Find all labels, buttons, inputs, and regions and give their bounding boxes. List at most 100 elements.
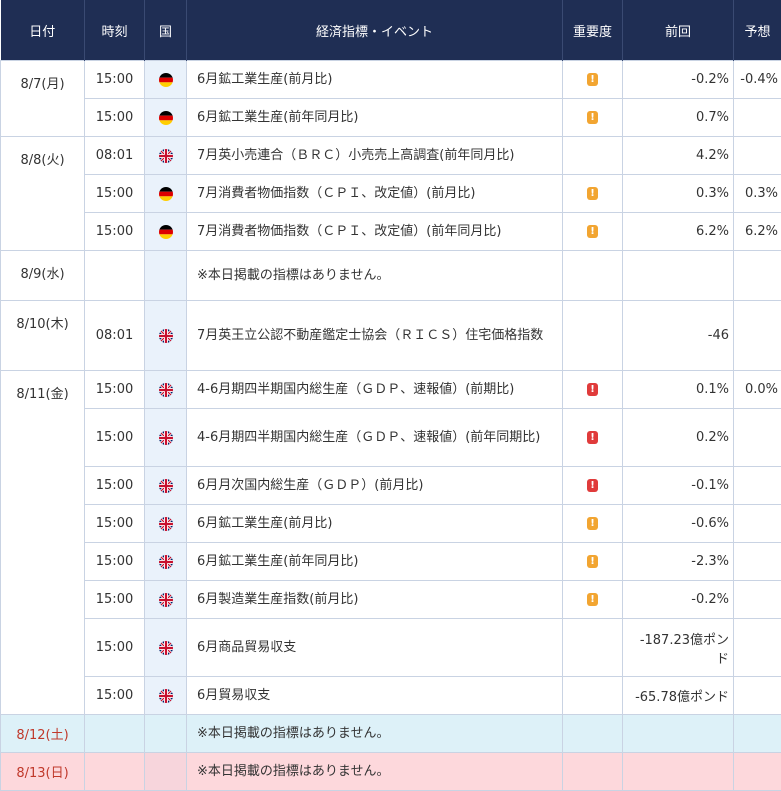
event-name: ※本日掲載の指標はありません。 — [187, 753, 563, 791]
event-name: 6月鉱工業生産(前年同月比) — [187, 99, 563, 137]
uk-flag-icon — [159, 641, 173, 655]
country-cell — [145, 619, 187, 677]
time-cell: 15:00 — [85, 543, 145, 581]
uk-flag-icon — [159, 689, 173, 703]
country-cell — [145, 137, 187, 175]
forecast-value: 0.0% — [734, 371, 781, 409]
previous-value: 0.7% — [623, 99, 734, 137]
country-cell — [145, 753, 187, 791]
importance-high-icon: ! — [587, 431, 598, 444]
header-event: 経済指標・イベント — [187, 0, 563, 61]
event-name: 7月消費者物価指数（ＣＰＩ、改定値）(前年同月比) — [187, 213, 563, 251]
previous-value: 0.3% — [623, 175, 734, 213]
time-cell: 15:00 — [85, 61, 145, 99]
table-row: 15:00 6月鉱工業生産(前年同月比)! 0.7% — [1, 99, 781, 137]
forecast-value: 0.3% — [734, 175, 781, 213]
time-cell: 15:00 — [85, 409, 145, 467]
time-cell: 15:00 — [85, 581, 145, 619]
country-cell — [145, 301, 187, 371]
importance-mid-icon: ! — [587, 593, 598, 606]
header-forecast: 予想 — [734, 0, 781, 61]
importance-cell — [563, 619, 623, 677]
previous-value: -46 — [623, 301, 734, 371]
importance-high-icon: ! — [587, 479, 598, 492]
previous-value: 0.1% — [623, 371, 734, 409]
time-cell: 15:00 — [85, 371, 145, 409]
germany-flag-icon — [159, 73, 173, 87]
importance-cell: ! — [563, 99, 623, 137]
importance-cell: ! — [563, 61, 623, 99]
time-cell — [85, 715, 145, 753]
time-cell: 15:00 — [85, 99, 145, 137]
date-cell: 8/11(金) — [1, 371, 85, 715]
forecast-value — [734, 753, 781, 791]
previous-value: -65.78億ポンド — [623, 677, 734, 715]
forecast-value — [734, 581, 781, 619]
country-cell — [145, 543, 187, 581]
importance-high-icon: ! — [587, 383, 598, 396]
header-time: 時刻 — [85, 0, 145, 61]
header-country: 国 — [145, 0, 187, 61]
previous-value: -0.2% — [623, 581, 734, 619]
country-cell — [145, 467, 187, 505]
country-cell — [145, 213, 187, 251]
event-name: ※本日掲載の指標はありません。 — [187, 715, 563, 753]
event-name: 6月製造業生産指数(前月比) — [187, 581, 563, 619]
time-cell: 15:00 — [85, 175, 145, 213]
date-cell: 8/8(火) — [1, 137, 85, 251]
table-row: 8/11(金)15:004-6月期四半期国内総生産（ＧＤＰ、速報値）(前期比)!… — [1, 371, 781, 409]
table-row: 8/7(月)15:006月鉱工業生産(前月比)!-0.2%-0.4% — [1, 61, 781, 99]
importance-cell: ! — [563, 175, 623, 213]
country-cell — [145, 505, 187, 543]
event-name: 7月英王立公認不動産鑑定士協会（ＲＩＣＳ）住宅価格指数 — [187, 301, 563, 371]
event-name: 6月鉱工業生産(前月比) — [187, 61, 563, 99]
table-row: 15:006月月次国内総生産（ＧＤＰ）(前月比)!-0.1% — [1, 467, 781, 505]
date-cell: 8/12(土) — [1, 715, 85, 753]
forecast-value — [734, 505, 781, 543]
date-cell: 8/9(水) — [1, 251, 85, 301]
country-cell — [145, 409, 187, 467]
previous-value: 4.2% — [623, 137, 734, 175]
forecast-value — [734, 543, 781, 581]
date-cell: 8/7(月) — [1, 61, 85, 137]
uk-flag-icon — [159, 149, 173, 163]
uk-flag-icon — [159, 329, 173, 343]
country-cell — [145, 581, 187, 619]
uk-flag-icon — [159, 555, 173, 569]
importance-cell — [563, 301, 623, 371]
importance-cell — [563, 251, 623, 301]
importance-cell — [563, 137, 623, 175]
importance-cell: ! — [563, 505, 623, 543]
uk-flag-icon — [159, 593, 173, 607]
country-cell — [145, 251, 187, 301]
country-cell — [145, 677, 187, 715]
uk-flag-icon — [159, 383, 173, 397]
time-cell: 15:00 — [85, 213, 145, 251]
importance-cell: ! — [563, 213, 623, 251]
uk-flag-icon — [159, 431, 173, 445]
importance-mid-icon: ! — [587, 517, 598, 530]
germany-flag-icon — [159, 187, 173, 201]
country-cell — [145, 371, 187, 409]
forecast-value — [734, 409, 781, 467]
importance-cell: ! — [563, 467, 623, 505]
importance-mid-icon: ! — [587, 111, 598, 124]
event-name: ※本日掲載の指標はありません。 — [187, 251, 563, 301]
germany-flag-icon — [159, 225, 173, 239]
header-previous: 前回 — [623, 0, 734, 61]
event-name: 6月月次国内総生産（ＧＤＰ）(前月比) — [187, 467, 563, 505]
previous-value: 6.2% — [623, 213, 734, 251]
table-row: 15:006月鉱工業生産(前年同月比)!-2.3% — [1, 543, 781, 581]
table-row: 15:006月貿易収支-65.78億ポンド — [1, 677, 781, 715]
importance-mid-icon: ! — [587, 225, 598, 238]
previous-value: -187.23億ポンド — [623, 619, 734, 677]
previous-value: -2.3% — [623, 543, 734, 581]
importance-cell: ! — [563, 581, 623, 619]
time-cell: 08:01 — [85, 137, 145, 175]
previous-value — [623, 715, 734, 753]
header-date: 日付 — [1, 0, 85, 61]
forecast-value — [734, 301, 781, 371]
time-cell: 15:00 — [85, 505, 145, 543]
table-row: 15:004-6月期四半期国内総生産（ＧＤＰ、速報値）(前年同期比)!0.2% — [1, 409, 781, 467]
importance-mid-icon: ! — [587, 73, 598, 86]
